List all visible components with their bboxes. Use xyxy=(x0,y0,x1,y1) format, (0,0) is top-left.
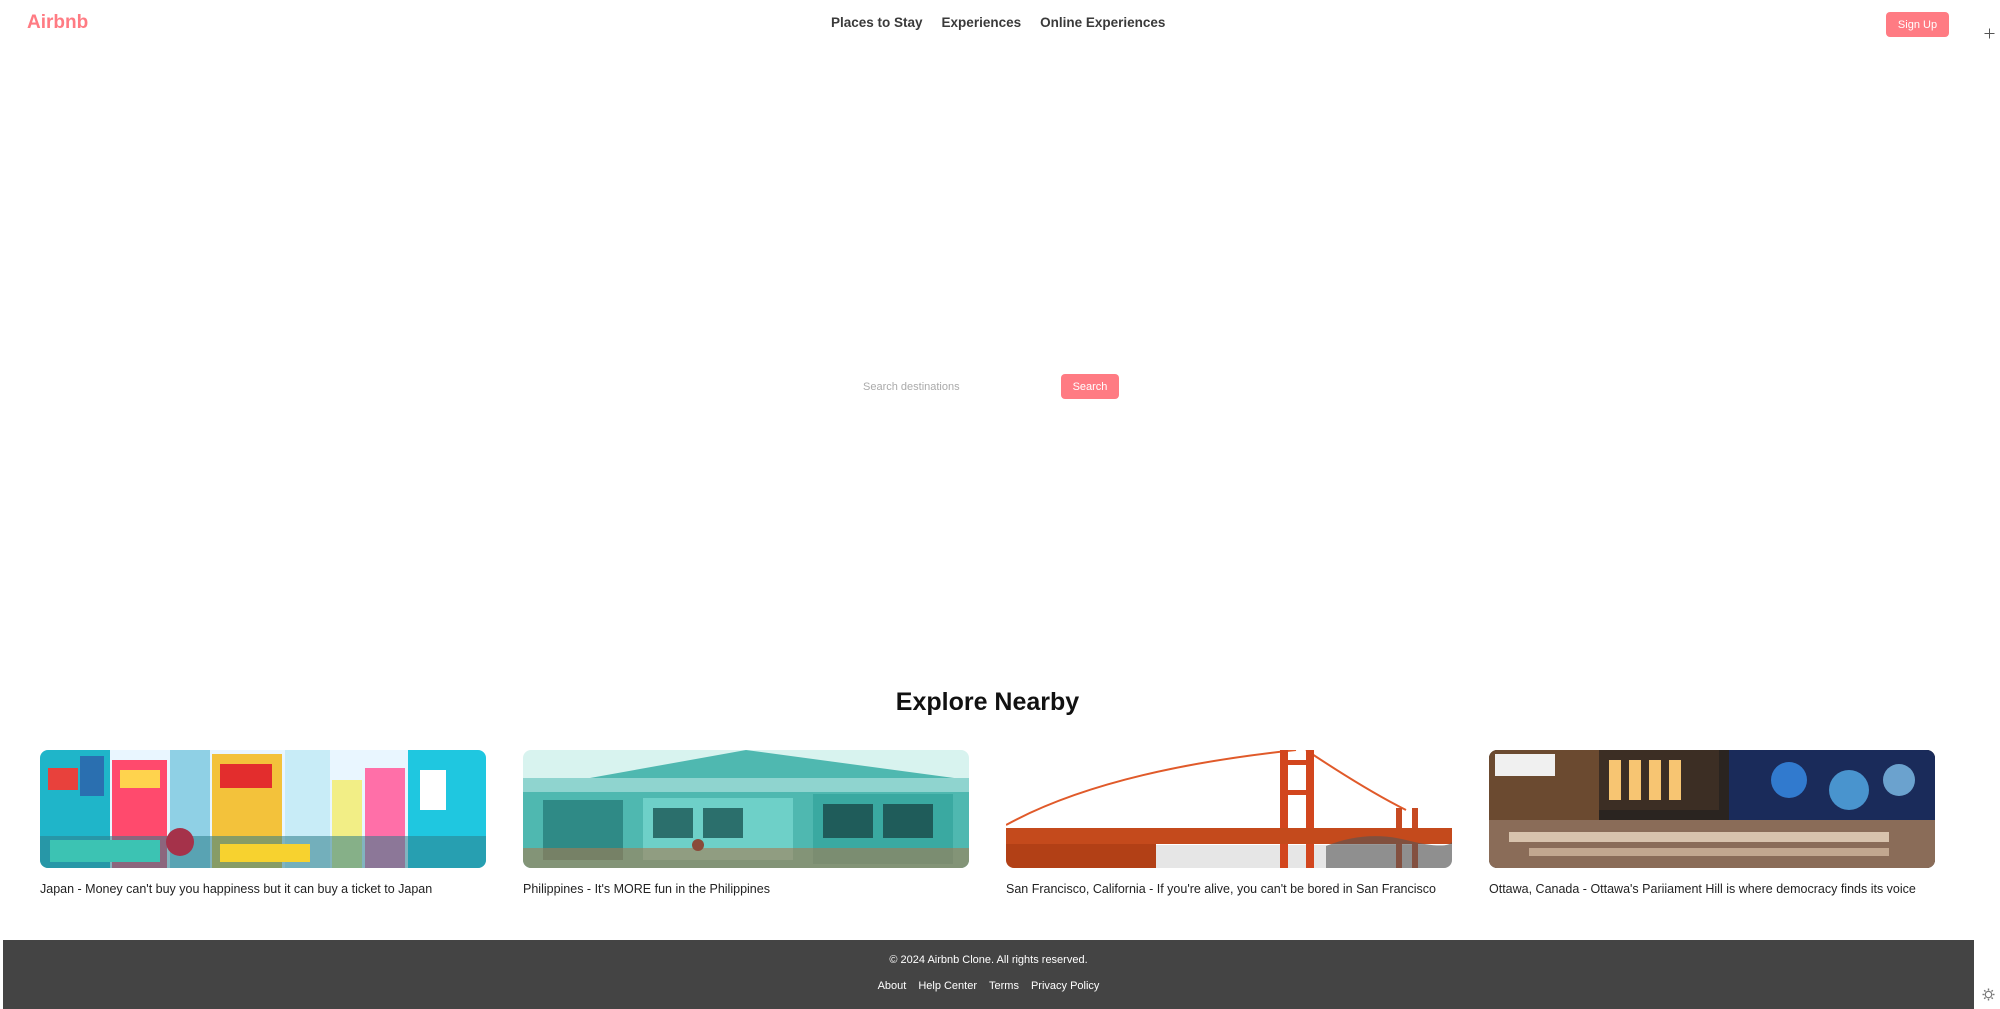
explore-title: Explore Nearby xyxy=(895,688,1080,716)
footer-link-about[interactable]: About xyxy=(878,980,907,992)
card-image-japan xyxy=(40,750,486,868)
copyright-text: © 2024 Airbnb Clone. All rights reserved… xyxy=(889,954,1088,966)
footer-links: About Help Center Terms Privacy Policy xyxy=(3,980,1974,992)
explore-cards: Japan - Money can't buy you happiness bu… xyxy=(40,750,1935,896)
footer-link-privacy-policy[interactable]: Privacy Policy xyxy=(1031,980,1099,992)
explore-card-san-francisco[interactable]: San Francisco, California - If you're al… xyxy=(1006,750,1452,896)
gear-icon[interactable] xyxy=(1982,988,1995,1001)
explore-card-ottawa[interactable]: Ottawa, Canada - Ottawa's Pariiament Hil… xyxy=(1489,750,1935,896)
logo-link[interactable]: Airbnb xyxy=(27,12,88,34)
nav-online-experiences[interactable]: Online Experiences xyxy=(1040,15,1165,30)
search-button[interactable]: Search xyxy=(1061,374,1119,399)
card-caption-ottawa: Ottawa, Canada - Ottawa's Pariiament Hil… xyxy=(1489,882,1916,896)
footer-link-help-center[interactable]: Help Center xyxy=(918,980,977,992)
card-image-philippines xyxy=(523,750,969,868)
search-input[interactable] xyxy=(857,374,1057,399)
plus-icon[interactable] xyxy=(1984,28,1995,39)
card-image-ottawa xyxy=(1489,750,1935,868)
card-caption-philippines: Philippines - It's MORE fun in the Phili… xyxy=(523,882,770,896)
explore-card-japan[interactable]: Japan - Money can't buy you happiness bu… xyxy=(40,750,486,896)
page-footer: © 2024 Airbnb Clone. All rights reserved… xyxy=(3,940,1974,1009)
card-caption-japan: Japan - Money can't buy you happiness bu… xyxy=(40,882,433,896)
search-bar: Search xyxy=(857,374,1119,399)
signup-button[interactable]: Sign Up xyxy=(1886,12,1949,37)
main-nav: Places to Stay Experiences Online Experi… xyxy=(831,15,1165,30)
top-header: Airbnb Places to Stay Experiences Online… xyxy=(0,0,1975,48)
card-caption-san-francisco: San Francisco, California - If you're al… xyxy=(1006,882,1436,896)
card-image-san-francisco xyxy=(1006,750,1452,868)
nav-places-to-stay[interactable]: Places to Stay xyxy=(831,15,923,30)
nav-experiences[interactable]: Experiences xyxy=(942,15,1022,30)
explore-card-philippines[interactable]: Philippines - It's MORE fun in the Phili… xyxy=(523,750,969,896)
footer-link-terms[interactable]: Terms xyxy=(989,980,1019,992)
